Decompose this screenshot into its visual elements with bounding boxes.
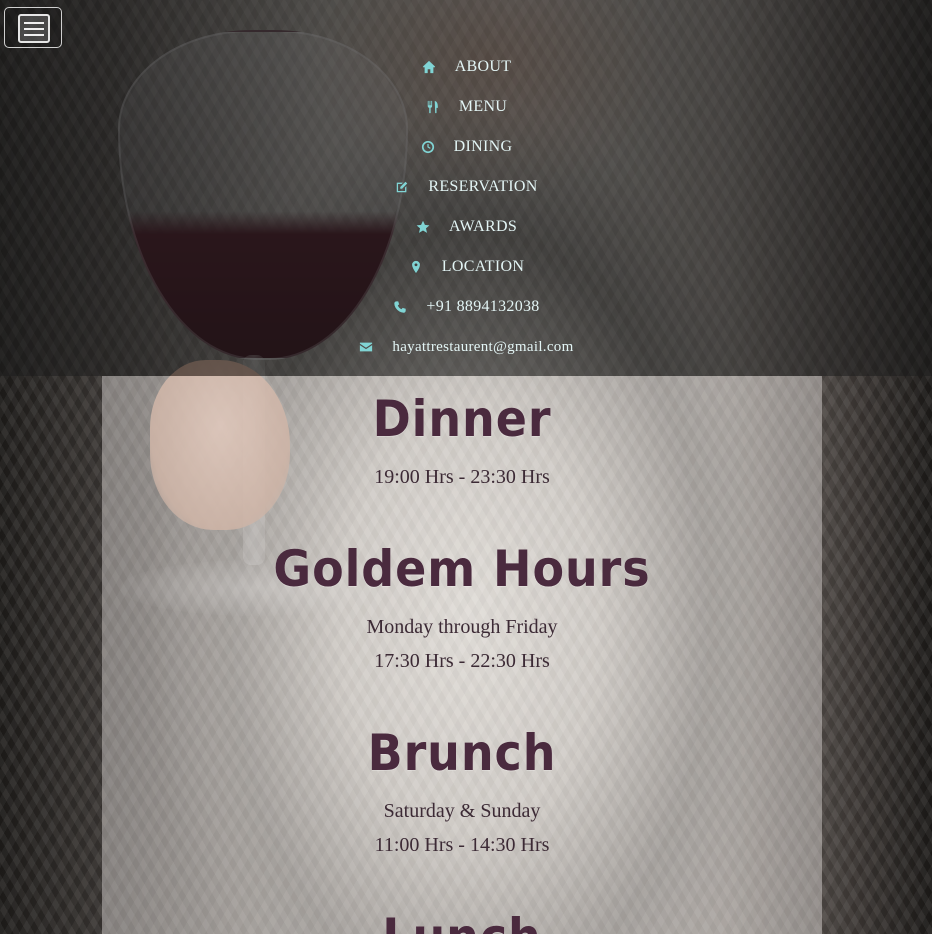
section-title-golden-hours: Goldem Hours xyxy=(273,540,651,598)
cutlery-icon xyxy=(425,99,441,115)
nav-item-about: ABOUT xyxy=(0,47,932,87)
nav-link-phone[interactable]: +91 8894132038 xyxy=(392,298,539,316)
section-title-lunch: Lunch xyxy=(131,908,793,934)
brunch-time: 11:00 Hrs - 14:30 Hrs xyxy=(374,834,550,856)
home-icon xyxy=(421,59,437,75)
phone-icon xyxy=(392,299,408,315)
page: ABOUT MENU DINING RESERVATION AWARDS LOC… xyxy=(0,0,932,934)
clock-icon xyxy=(420,139,436,155)
nav-link-dining[interactable]: DINING xyxy=(420,138,513,156)
nav-list: ABOUT MENU DINING RESERVATION AWARDS LOC… xyxy=(0,47,932,367)
nav-label-about: ABOUT xyxy=(454,58,512,75)
envelope-icon xyxy=(358,339,374,355)
section-title-brunch: Brunch xyxy=(367,724,557,782)
golden-hours-time: 17:30 Hrs - 22:30 Hrs xyxy=(374,650,550,672)
map-marker-icon xyxy=(408,259,424,275)
hamburger-icon xyxy=(18,14,50,43)
nav-label-dining: DINING xyxy=(453,138,513,155)
nav-item-awards: AWARDS xyxy=(0,207,932,247)
brunch-days: Saturday & Sunday xyxy=(383,800,541,822)
nav-link-about[interactable]: ABOUT xyxy=(421,58,512,76)
golden-hours-days: Monday through Friday xyxy=(366,616,558,638)
nav-label-phone: +91 8894132038 xyxy=(426,298,540,315)
section-golden-hours: Goldem Hours Monday through Friday 17:30… xyxy=(102,540,822,678)
nav-label-menu: MENU xyxy=(458,98,508,115)
nav-item-location: LOCATION xyxy=(0,247,932,287)
section-title-dinner: Dinner xyxy=(372,390,552,448)
nav-item-email: hayattrestaurent@gmail.com xyxy=(0,327,932,367)
nav-label-location: LOCATION xyxy=(441,258,525,275)
nav-link-email[interactable]: hayattrestaurent@gmail.com xyxy=(358,339,573,356)
menu-toggle-button[interactable] xyxy=(4,7,62,48)
top-navigation: ABOUT MENU DINING RESERVATION AWARDS LOC… xyxy=(0,0,932,376)
edit-icon xyxy=(394,179,410,195)
nav-label-reservation: RESERVATION xyxy=(428,178,538,195)
nav-item-reservation: RESERVATION xyxy=(0,167,932,207)
dining-hours-panel: Dinner 19:00 Hrs - 23:30 Hrs Goldem Hour… xyxy=(102,376,822,934)
dinner-hours: 19:00 Hrs - 23:30 Hrs xyxy=(374,466,550,488)
section-dinner: Dinner 19:00 Hrs - 23:30 Hrs xyxy=(102,390,822,494)
nav-link-awards[interactable]: AWARDS xyxy=(415,218,517,236)
nav-item-menu: MENU xyxy=(0,87,932,127)
nav-item-phone: +91 8894132038 xyxy=(0,287,932,327)
star-icon xyxy=(415,219,431,235)
nav-link-location[interactable]: LOCATION xyxy=(408,258,524,276)
section-lunch: Lunch xyxy=(102,908,822,934)
nav-link-reservation[interactable]: RESERVATION xyxy=(394,178,537,196)
nav-label-awards: AWARDS xyxy=(448,218,518,235)
nav-label-email: hayattrestaurent@gmail.com xyxy=(392,338,574,355)
nav-item-dining: DINING xyxy=(0,127,932,167)
section-brunch: Brunch Saturday & Sunday 11:00 Hrs - 14:… xyxy=(102,724,822,862)
nav-link-menu[interactable]: MENU xyxy=(425,98,507,116)
